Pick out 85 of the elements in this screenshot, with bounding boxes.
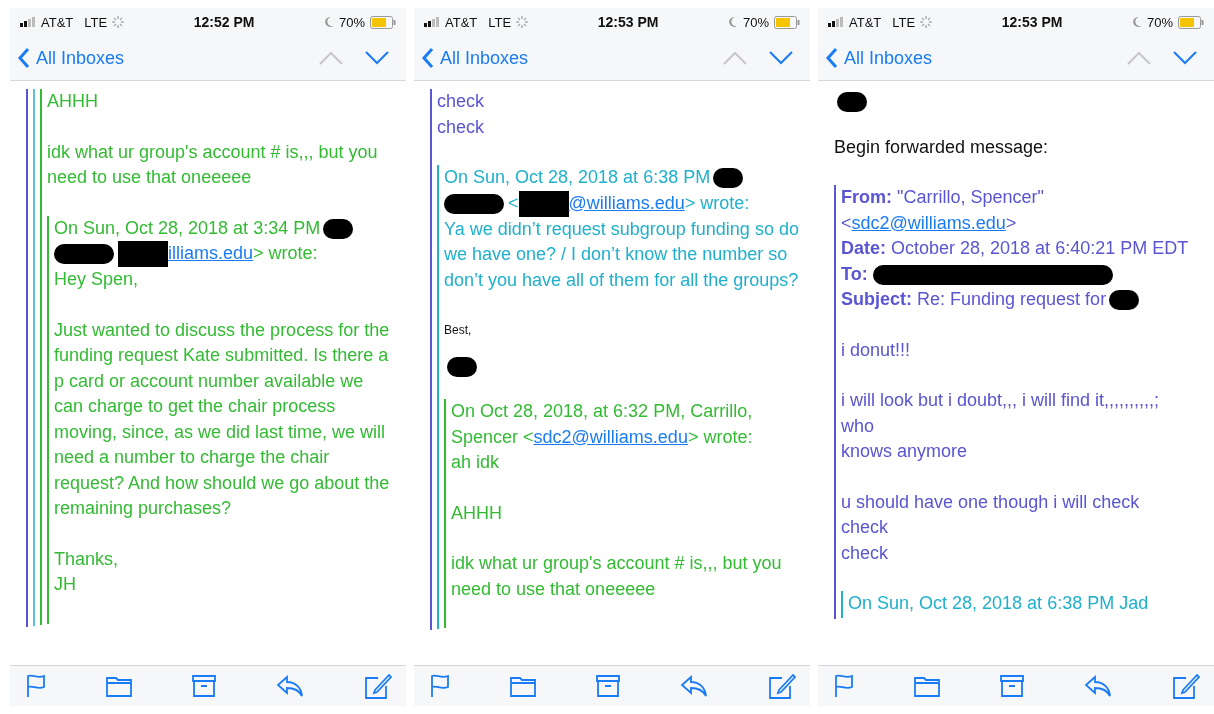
redaction-mark [118,241,168,268]
battery-icon [774,15,800,29]
field-label: Date: [841,238,886,258]
quote-header: On Sun, Oct 28, 2018 at 6:38 PM Jad [848,592,1150,615]
email-link[interactable]: sdc2@williams.edu [851,212,1006,233]
battery-percent: 70% [338,14,365,30]
quote-header: On Oct 28, 2018, at 6:32 PM, Carrillo, Spencer <sdc2@williams.edu> wrote: [451,400,754,449]
flag-icon[interactable] [430,674,450,698]
back-chevron-icon [422,47,434,69]
quote-header: On Sun, Oct 28, 2018 at 3:34 PM illiams.edu> wrote: [54,215,396,268]
carrier-text: AT&T [41,14,74,30]
message-text: i donut!!! [841,338,912,362]
redaction-mark [54,244,114,265]
battery-percent: 70% [742,14,769,30]
folder-icon[interactable] [510,675,536,697]
quoted-message: From: "Carrillo, Spencer" <sdc2@williams.edu> Date: October 28, 2018 at 6:40:21 PM EDT To: Subject: Re: Funding request for i donut!!! i will look but i doubt,,, i will find it,,,,,,,,,,; who knows anymore u should have one though i will check check check On Sun, Oct 28, 2018 at 6:38 PM Jad [834,185,1204,619]
back-button[interactable]: All Inboxes [422,47,529,69]
message-text: u should have one though i will check check check [841,490,1141,565]
signal-icon [424,17,440,27]
compose-icon[interactable] [768,673,796,699]
redaction-mark [837,92,867,113]
clock-time: 12:52 PM [193,14,255,30]
message-text: Begin forwarded message: [834,135,1050,159]
redaction-mark [518,190,569,217]
signature-text: Best, [444,322,473,340]
next-message-icon[interactable] [1172,51,1198,65]
battery-percent: 70% [1146,14,1173,30]
email-link[interactable]: illiams.edu [168,243,254,263]
message-text: Hey Spen, [54,268,140,292]
message-text: Thanks, JH [54,547,120,597]
reply-icon[interactable] [276,675,304,697]
reply-icon[interactable] [680,675,708,697]
back-button[interactable]: All Inboxes [826,47,933,69]
next-message-icon[interactable] [364,51,390,65]
signal-icon [20,17,36,27]
reply-icon[interactable] [1084,675,1112,697]
moon-icon [323,16,334,28]
carrier-text: AT&T [849,14,882,30]
network-text: LTE [488,14,512,30]
network-text: LTE [892,14,916,30]
message-text: Ya we didn’t request subgroup funding so do we have one? / I don’t know the number so don’t you have all of them for all the groups? [444,217,800,292]
message-text: AHHH [451,501,503,525]
field-label: From: [841,187,892,207]
quote-header: On Sun, Oct 28, 2018 at 6:38 PM < @williams.edu> wrote: [444,165,800,217]
field-label: Subject: [841,289,912,309]
redaction-mark [323,218,354,239]
battery-icon [1178,15,1204,29]
archive-box-icon[interactable] [1000,675,1024,697]
flag-icon[interactable] [834,674,854,698]
redaction-mark [1109,290,1140,311]
activity-spinner-icon [112,16,125,28]
message-text: idk what ur group's account # is,,, but you need to use that oneeeee [451,552,783,601]
folder-icon[interactable] [914,675,940,697]
activity-spinner-icon [516,16,529,28]
activity-spinner-icon [920,16,933,28]
compose-icon[interactable] [1172,673,1200,699]
message-text: ah idk [451,451,501,475]
clock-time: 12:53 PM [1001,14,1063,30]
message-text: AHHH [47,90,99,113]
clock-time: 12:53 PM [597,14,659,30]
back-chevron-icon [826,47,838,69]
compose-icon[interactable] [364,673,392,699]
redaction-mark [447,357,477,377]
message-text: check check [437,90,486,139]
archive-box-icon[interactable] [192,675,216,697]
carrier-text: AT&T [445,14,478,30]
redaction-mark [713,168,744,189]
folder-icon[interactable] [106,675,132,697]
battery-icon [370,15,396,29]
email-link[interactable]: @williams.edu [568,192,685,213]
back-chevron-icon [18,47,30,69]
next-message-icon[interactable] [768,51,794,65]
redaction-mark [444,193,504,214]
email-link[interactable]: sdc2@williams.edu [533,426,688,447]
flag-icon[interactable] [26,674,46,698]
signal-icon [828,17,844,27]
moon-icon [1131,16,1142,28]
message-text: i will look but i doubt,,, i will find it,,,,,,,,,,; who knows anymore [841,389,1161,463]
moon-icon [727,16,738,28]
archive-box-icon[interactable] [596,675,620,697]
message-text: idk what ur group's account # is,,, but you need to use that oneeeee [47,140,379,189]
back-button[interactable]: All Inboxes [18,47,125,69]
network-text: LTE [84,14,108,30]
message-text: Just wanted to discuss the process for the funding request Kate submitted. Is there a p card or account number available we can charge to get the chair process moving, since, as we did last time, we will need a number to charge the chair request? And how should we go about the remaining purchases? [54,318,391,521]
field-label: To: [841,263,868,284]
